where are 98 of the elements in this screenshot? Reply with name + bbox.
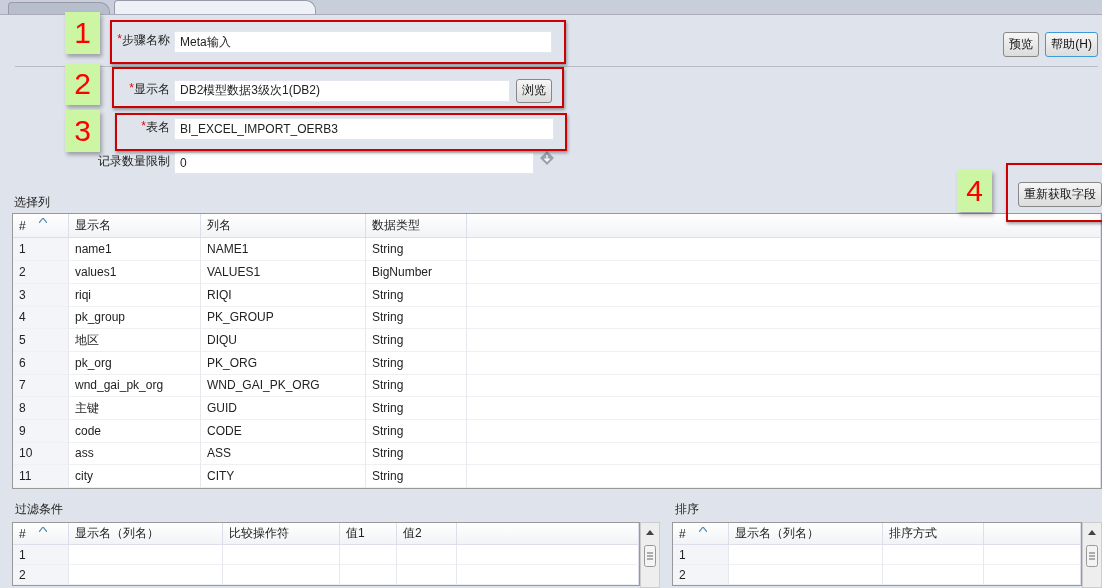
- dialog-button[interactable]: 帮助(H): [1045, 32, 1098, 57]
- column-header[interactable]: #: [13, 214, 69, 239]
- step-number: 3: [65, 110, 100, 152]
- table-cell: String: [366, 351, 467, 375]
- column-header[interactable]: 显示名（列名）: [729, 523, 883, 545]
- row-number: 1: [13, 238, 69, 262]
- sort-ascending-icon: [39, 218, 47, 224]
- row-number: 8: [13, 397, 69, 420]
- step-number: 4: [957, 170, 992, 212]
- row-number: 7: [13, 374, 69, 398]
- field-label: 表名: [146, 118, 170, 136]
- scroll-up-icon[interactable]: [1088, 529, 1096, 535]
- column-header[interactable]: 列名: [201, 214, 366, 239]
- row-number: 1: [13, 545, 69, 565]
- table-cell: pk_org: [69, 351, 201, 375]
- table-cell: String: [366, 397, 467, 420]
- diamond-icon[interactable]: [540, 150, 554, 165]
- empty-cell: [397, 565, 457, 585]
- table-cell: String: [366, 465, 467, 488]
- table-cell: values1: [69, 261, 201, 284]
- refetch-fields-button[interactable]: 重新获取字段: [1018, 182, 1102, 208]
- table-cell: PK_GROUP: [201, 306, 366, 330]
- empty-cell: [340, 565, 397, 585]
- table-cell: RIQI: [201, 283, 366, 307]
- table-cell: pk_group: [69, 306, 201, 330]
- scroll-thumb-icon[interactable]: [1086, 545, 1098, 567]
- scrollbar[interactable]: [640, 522, 660, 588]
- row-number: 6: [13, 351, 69, 375]
- table-cell: name1: [69, 238, 201, 262]
- table-cell: DIQU: [201, 329, 366, 352]
- empty-cell: [397, 545, 457, 565]
- column-header[interactable]: 显示名（列名）: [69, 523, 223, 545]
- table-cell: NAME1: [201, 238, 366, 262]
- step-number: 2: [65, 63, 100, 105]
- column-header[interactable]: #: [13, 523, 69, 545]
- table-cell: riqi: [69, 283, 201, 307]
- table-cell: CITY: [201, 465, 366, 488]
- browse-button[interactable]: 浏览: [516, 78, 552, 103]
- table-cell: WND_GAI_PK_ORG: [201, 374, 366, 398]
- required-mark: *: [129, 80, 134, 97]
- section-title: 过滤条件: [14, 501, 64, 518]
- field-label: 显示名: [134, 80, 170, 98]
- table-cell: VALUES1: [201, 261, 366, 284]
- table-cell: String: [366, 419, 467, 443]
- row-number: 1: [673, 545, 729, 565]
- section-title: 选择列: [14, 194, 50, 212]
- table-cell: ASS: [201, 442, 366, 466]
- table-cell: city: [69, 465, 201, 488]
- sort-ascending-icon: [699, 527, 707, 532]
- step-number: 1: [65, 12, 100, 54]
- input-field[interactable]: DB2模型数据3级次1(DB2): [174, 79, 510, 102]
- row-number: 3: [13, 283, 69, 307]
- empty-cell: [340, 545, 397, 565]
- table-cell: String: [366, 283, 467, 307]
- row-number: 2: [13, 261, 69, 284]
- row-number: 4: [13, 306, 69, 330]
- table-cell: wnd_gai_pk_org: [69, 374, 201, 398]
- table-cell: String: [366, 306, 467, 330]
- input-field[interactable]: 0: [174, 151, 534, 174]
- row-number: 11: [13, 465, 69, 488]
- field-label: 步骤名称: [122, 32, 170, 49]
- table-cell: String: [366, 374, 467, 398]
- table-cell: CODE: [201, 419, 366, 443]
- scrollbar[interactable]: [1082, 522, 1102, 588]
- column-header[interactable]: 值1: [340, 523, 397, 545]
- row-number: 2: [13, 565, 69, 585]
- column-header[interactable]: #: [673, 523, 729, 545]
- row-number: 9: [13, 419, 69, 443]
- column-header[interactable]: 比较操作符: [223, 523, 340, 545]
- required-mark: *: [141, 118, 146, 135]
- column-header[interactable]: 排序方式: [883, 523, 984, 545]
- column-header[interactable]: 显示名: [69, 214, 201, 239]
- tab[interactable]: [114, 0, 316, 14]
- table-cell: String: [366, 329, 467, 352]
- table-cell: 主键: [69, 397, 201, 420]
- table-cell: GUID: [201, 397, 366, 420]
- row-number: 2: [673, 565, 729, 585]
- table-cell: BigNumber: [366, 261, 467, 284]
- input-field[interactable]: BI_EXCEL_IMPORT_OERB3: [174, 117, 554, 140]
- required-mark: *: [117, 32, 122, 48]
- table-cell: code: [69, 419, 201, 443]
- table-cell: ass: [69, 442, 201, 466]
- scroll-up-icon[interactable]: [646, 529, 654, 535]
- section-title: 排序: [674, 501, 700, 518]
- table-cell: String: [366, 442, 467, 466]
- table-cell: PK_ORG: [201, 351, 366, 375]
- scroll-thumb-icon[interactable]: [644, 545, 656, 567]
- dialog-button[interactable]: 预览: [1003, 32, 1040, 57]
- column-header[interactable]: 值2: [397, 523, 457, 545]
- row-number: 5: [13, 329, 69, 352]
- column-header[interactable]: 数据类型: [366, 214, 467, 239]
- field-label: 记录数量限制: [98, 152, 170, 170]
- row-number: 10: [13, 442, 69, 466]
- input-field[interactable]: Meta输入: [174, 31, 552, 53]
- sort-ascending-icon: [39, 527, 47, 532]
- tab[interactable]: [8, 2, 110, 14]
- table-cell: String: [366, 238, 467, 262]
- table-cell: 地区: [69, 329, 201, 352]
